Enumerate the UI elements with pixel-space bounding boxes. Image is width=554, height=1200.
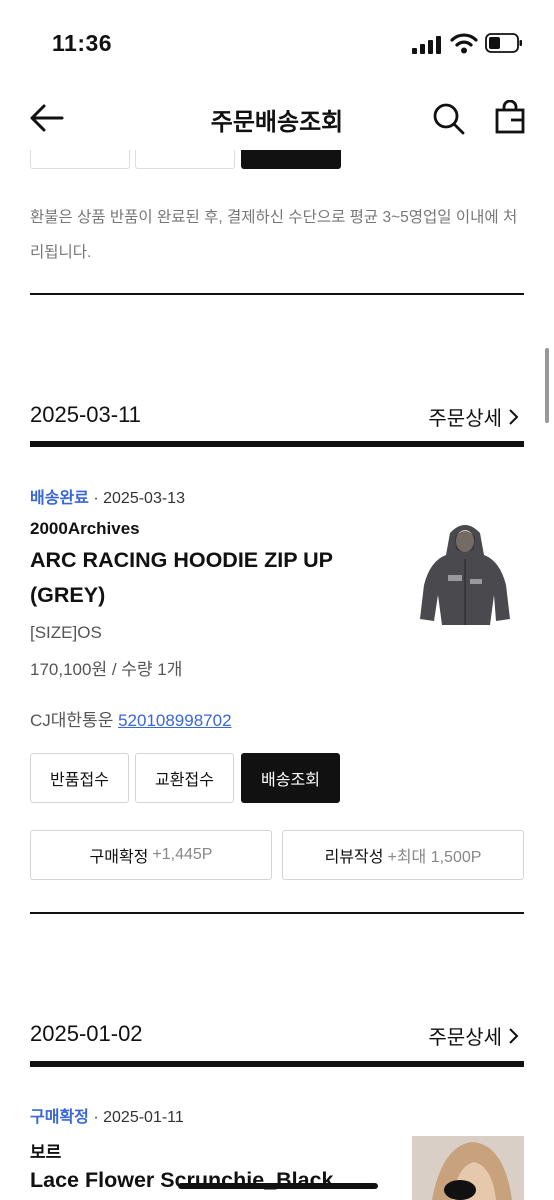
status-date: 2025-01-11 bbox=[103, 1109, 184, 1126]
confirm-purchase-button[interactable]: 구매확정 +1,445P bbox=[30, 830, 272, 880]
brand-name[interactable]: 2000Archives bbox=[30, 519, 140, 539]
cellular-signal-icon bbox=[412, 36, 441, 54]
order-header-divider bbox=[30, 1061, 524, 1067]
tracking-button-cut[interactable] bbox=[241, 150, 341, 169]
page-title: 주문배송조회 bbox=[210, 109, 344, 136]
courier-name: CJ대한통운 bbox=[30, 711, 114, 730]
status-badge: 구매확정 bbox=[30, 1109, 89, 1126]
return-request-button[interactable]: 반품접수 bbox=[30, 753, 129, 803]
order-detail-link[interactable]: 주문상세 bbox=[428, 1021, 520, 1050]
exchange-button-cut[interactable] bbox=[135, 150, 235, 169]
shipping-info: CJ대한통운 520108998702 bbox=[30, 706, 232, 731]
order-detail-link[interactable]: 주문상세 bbox=[428, 402, 520, 431]
order-detail-label: 주문상세 bbox=[428, 1027, 502, 1049]
write-review-label: 리뷰작성 bbox=[324, 849, 384, 866]
order-header-divider bbox=[30, 441, 524, 447]
status-separator: · bbox=[93, 1109, 99, 1126]
status-badge: 배송완료 bbox=[30, 490, 89, 507]
chevron-right-icon bbox=[509, 408, 519, 425]
delivery-status-row: 배송완료 · 2025-03-13 bbox=[30, 484, 185, 508]
refund-notice: 환불은 상품 반품이 완료된 후, 결제하신 수단으로 평균 3~5영업일 이내… bbox=[30, 209, 518, 261]
wifi-icon bbox=[450, 33, 478, 54]
search-icon[interactable] bbox=[432, 102, 466, 136]
order-date: 2025-03-11 bbox=[30, 402, 141, 427]
brand-name[interactable]: 보르 bbox=[30, 1138, 61, 1163]
order-date: 2025-01-02 bbox=[30, 1021, 143, 1046]
home-indicator[interactable] bbox=[178, 1183, 378, 1189]
chevron-right-icon bbox=[509, 1027, 519, 1044]
scrollbar[interactable] bbox=[545, 348, 549, 423]
track-delivery-button[interactable]: 배송조회 bbox=[241, 753, 340, 803]
tracking-number-link[interactable]: 520108998702 bbox=[118, 711, 231, 730]
product-thumbnail[interactable] bbox=[412, 1136, 524, 1200]
status-date: 2025-03-13 bbox=[103, 490, 185, 507]
product-name[interactable]: ARC RACING HOODIE ZIP UP (GREY) bbox=[30, 543, 400, 613]
write-review-button[interactable]: 리뷰작성 +최대 1,500P bbox=[282, 830, 524, 880]
confirm-purchase-points: +1,445P bbox=[152, 846, 213, 863]
order-detail-label: 주문상세 bbox=[428, 408, 502, 430]
exchange-request-button[interactable]: 교환접수 bbox=[135, 753, 234, 803]
product-thumbnail[interactable] bbox=[410, 515, 520, 635]
shopping-bag-icon[interactable] bbox=[495, 100, 525, 134]
write-review-points: +최대 1,500P bbox=[387, 849, 482, 866]
status-separator: · bbox=[93, 490, 99, 507]
return-button-cut[interactable] bbox=[30, 150, 130, 169]
confirm-purchase-label: 구매확정 bbox=[89, 849, 149, 866]
divider bbox=[30, 912, 524, 914]
price-quantity: 170,100원 / 수량 1개 bbox=[30, 660, 183, 679]
product-option: [SIZE]OS bbox=[30, 623, 102, 642]
battery-icon bbox=[485, 33, 522, 53]
delivery-status-row: 구매확정 · 2025-01-11 bbox=[30, 1103, 184, 1127]
product-name[interactable]: Lace Flower Scrunchie_Black bbox=[30, 1163, 400, 1198]
back-arrow-icon[interactable] bbox=[28, 102, 64, 134]
divider bbox=[30, 293, 524, 295]
status-time: 11:36 bbox=[52, 30, 113, 56]
